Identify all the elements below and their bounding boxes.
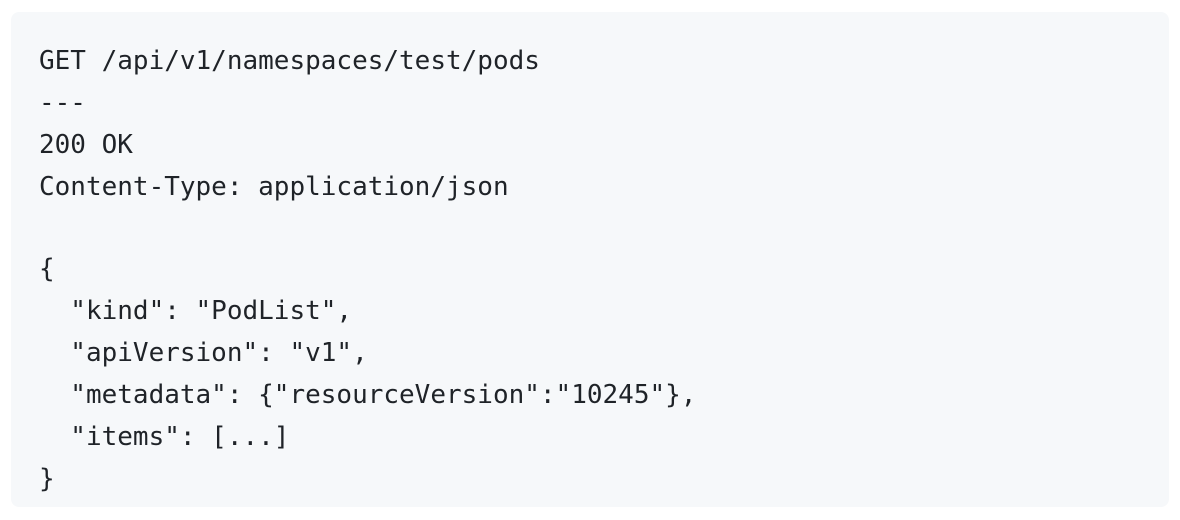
json-metadata-line: "metadata": {"resourceVersion":"10245"}, [39,380,697,410]
json-open-brace: { [39,254,55,284]
separator-line: --- [39,88,86,118]
response-status-line: 200 OK [39,130,133,160]
code-block: GET /api/v1/namespaces/test/pods --- 200… [11,12,1169,507]
json-api-version-line: "apiVersion": "v1", [39,338,368,368]
json-items-line: "items": [...] [39,422,290,452]
json-kind-line: "kind": "PodList", [39,296,353,326]
json-close-brace: } [39,464,55,494]
request-line: GET /api/v1/namespaces/test/pods [39,46,540,76]
content-type-header-line: Content-Type: application/json [39,172,509,202]
